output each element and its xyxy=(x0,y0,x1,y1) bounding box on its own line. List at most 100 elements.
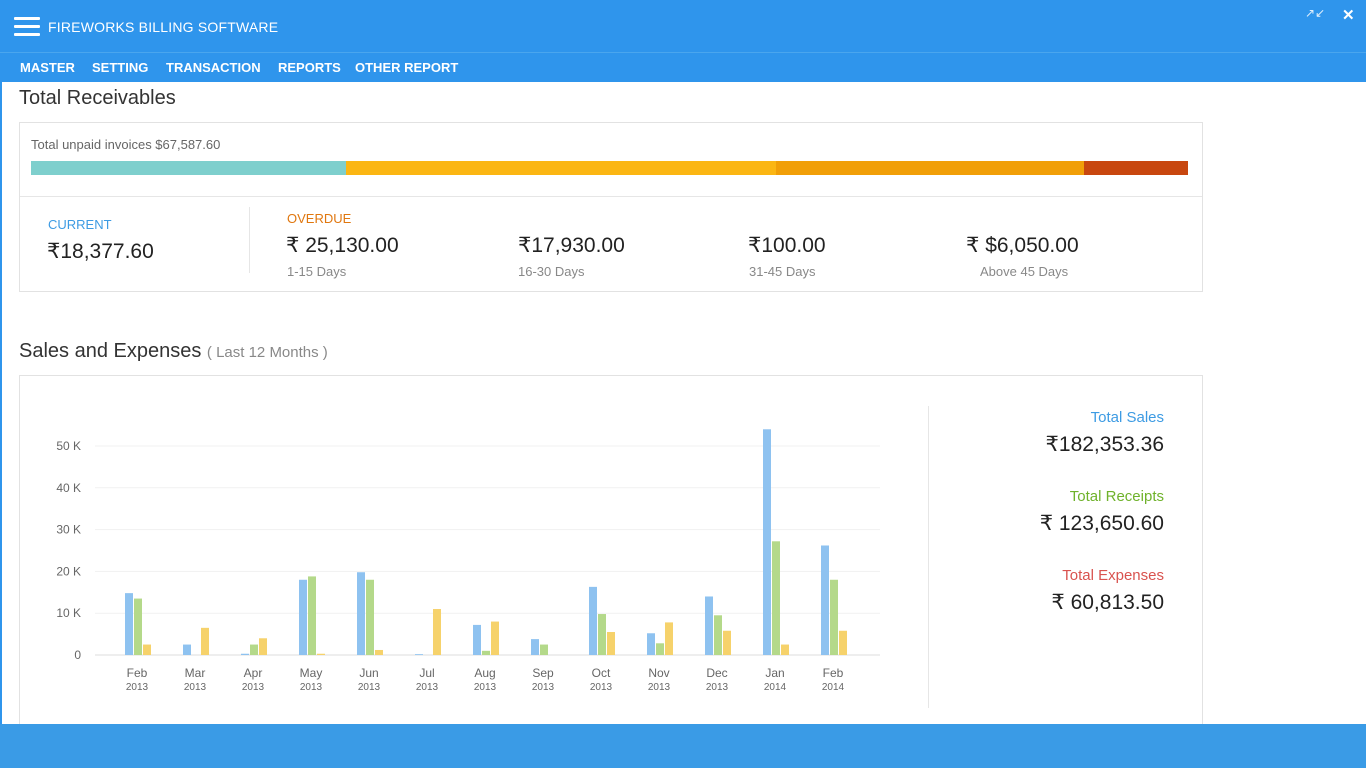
y-tick-label: 30 K xyxy=(56,523,81,537)
overdue-above-45-range: Above 45 Days xyxy=(980,264,1069,279)
overdue-16-30-amount: ₹17,930.00 xyxy=(518,234,625,257)
receivables-bar-current xyxy=(31,161,346,175)
sales-expenses-chart: 0 10 K 20 K 30 K 40 K 50 K Feb 2013 Mar 2013 Apr 20… xyxy=(56,429,880,693)
app-window: FIREWORKS BILLING SOFTWARE ↗↙ ✕ MASTER S… xyxy=(0,0,1366,768)
x-tick-year: 2013 xyxy=(358,682,381,693)
chart-bar xyxy=(308,576,316,655)
chart-bar xyxy=(415,654,423,655)
restore-icon[interactable]: ↗↙ xyxy=(1305,6,1325,20)
chart-bar xyxy=(317,653,325,655)
total-receipts-label: Total Receipts xyxy=(1069,488,1164,505)
x-tick-label: Feb xyxy=(127,666,148,680)
x-tick-year: 2013 xyxy=(242,682,265,693)
total-receipts-value: ₹ 123,650.60 xyxy=(1039,512,1164,535)
sales-expenses-title: Sales and Expenses ( Last 12 Months ) xyxy=(19,340,328,363)
x-tick-year: 2013 xyxy=(416,682,439,693)
divider xyxy=(928,406,929,708)
chart-bar xyxy=(183,644,191,655)
x-tick-label: Oct xyxy=(592,666,611,680)
chart-bar xyxy=(830,579,838,655)
chart-bar xyxy=(839,630,847,655)
chart-bar xyxy=(201,627,209,655)
x-tick-year: 2014 xyxy=(764,682,787,693)
chart-bar xyxy=(143,644,151,655)
chart-bar xyxy=(473,624,481,655)
x-tick-label: May xyxy=(300,666,323,680)
chart-bar xyxy=(433,609,441,655)
status-band xyxy=(0,724,1366,768)
chart-bar xyxy=(589,586,597,655)
x-tick-year: 2013 xyxy=(300,682,323,693)
x-tick-year: 2013 xyxy=(474,682,497,693)
sales-expenses-subtitle: ( Last 12 Months ) xyxy=(206,344,328,361)
close-icon[interactable]: ✕ xyxy=(1342,6,1355,24)
total-sales-summary: Total Sales ₹182,353.36 xyxy=(1046,409,1164,457)
menu-bar: MASTER SETTING TRANSACTION REPORTS OTHER… xyxy=(0,52,1366,82)
x-tick-label: Dec xyxy=(706,666,727,680)
chart-bar xyxy=(299,579,307,655)
app-title: FIREWORKS BILLING SOFTWARE xyxy=(48,19,279,35)
unpaid-invoices-label: Total unpaid invoices $67,587.60 xyxy=(31,137,221,152)
menu-transaction[interactable]: TRANSACTION xyxy=(166,60,261,75)
receivables-card: Total unpaid invoices $67,587.60 CURRENT… xyxy=(19,122,1203,292)
overdue-above-45-amount: ₹ $6,050.00 xyxy=(966,234,1079,257)
x-tick-label: Apr xyxy=(244,666,263,680)
sales-expenses-heading: Sales and Expenses xyxy=(19,340,202,362)
total-receipts-summary: Total Receipts ₹ 123,650.60 xyxy=(1040,488,1164,536)
dashboard-content: Total Receivables Total unpaid invoices … xyxy=(2,82,1366,730)
chart-bar xyxy=(491,621,499,655)
title-bar: FIREWORKS BILLING SOFTWARE ↗↙ ✕ xyxy=(0,0,1366,52)
overdue-label: OVERDUE xyxy=(287,211,352,226)
receivables-bar-1-15 xyxy=(346,161,776,175)
chart-bar xyxy=(714,615,722,655)
chart-bar xyxy=(125,593,133,655)
menu-setting[interactable]: SETTING xyxy=(92,60,148,75)
current-label: CURRENT xyxy=(48,217,112,232)
overdue-1-15-amount: ₹ 25,130.00 xyxy=(286,234,399,257)
chart-bar xyxy=(482,650,490,655)
receivables-bar-above-45 xyxy=(1084,161,1188,175)
total-expenses-value: ₹ 60,813.50 xyxy=(1051,591,1164,614)
total-sales-value: ₹182,353.36 xyxy=(1045,433,1164,456)
chart-bar xyxy=(665,622,673,655)
x-tick-year: 2014 xyxy=(822,682,845,693)
menu-reports[interactable]: REPORTS xyxy=(278,60,341,75)
overdue-31-45-amount: ₹100.00 xyxy=(748,234,826,257)
chart-bar xyxy=(607,632,615,655)
chart-bar xyxy=(540,644,548,655)
chart-bar xyxy=(781,644,789,655)
chart-bar xyxy=(357,572,365,655)
chart-bar xyxy=(723,630,731,655)
divider xyxy=(249,207,250,273)
current-amount: ₹18,377.60 xyxy=(47,240,154,263)
receivables-title: Total Receivables xyxy=(19,87,176,109)
chart-bar xyxy=(134,598,142,655)
x-tick-label: Jul xyxy=(419,666,434,680)
y-tick-label: 40 K xyxy=(56,481,81,495)
x-tick-year: 2013 xyxy=(706,682,729,693)
chart-bar xyxy=(705,596,713,655)
chart-bar xyxy=(598,614,606,655)
x-tick-label: Sep xyxy=(532,666,554,680)
chart-bar xyxy=(375,649,383,655)
y-tick-label: 0 xyxy=(74,648,81,662)
menu-other-report[interactable]: OTHER REPORT xyxy=(355,60,458,75)
hamburger-menu-icon[interactable] xyxy=(14,17,40,37)
y-tick-label: 10 K xyxy=(56,606,81,620)
overdue-1-15-range: 1-15 Days xyxy=(287,264,347,279)
x-tick-year: 2013 xyxy=(126,682,149,693)
divider xyxy=(20,196,1202,197)
overdue-31-45-range: 31-45 Days xyxy=(749,264,816,279)
total-expenses-label: Total Expenses xyxy=(1062,567,1164,584)
x-tick-year: 2013 xyxy=(648,682,671,693)
chart-bar xyxy=(241,653,249,655)
chart-bar xyxy=(250,644,258,655)
chart-bar xyxy=(772,541,780,655)
overdue-16-30-range: 16-30 Days xyxy=(518,264,585,279)
chart-bar xyxy=(259,638,267,655)
x-tick-label: Aug xyxy=(474,666,495,680)
total-expenses-summary: Total Expenses ₹ 60,813.50 xyxy=(1051,567,1164,615)
x-tick-label: Jun xyxy=(359,666,378,680)
y-tick-label: 50 K xyxy=(56,439,81,453)
menu-master[interactable]: MASTER xyxy=(20,60,75,75)
